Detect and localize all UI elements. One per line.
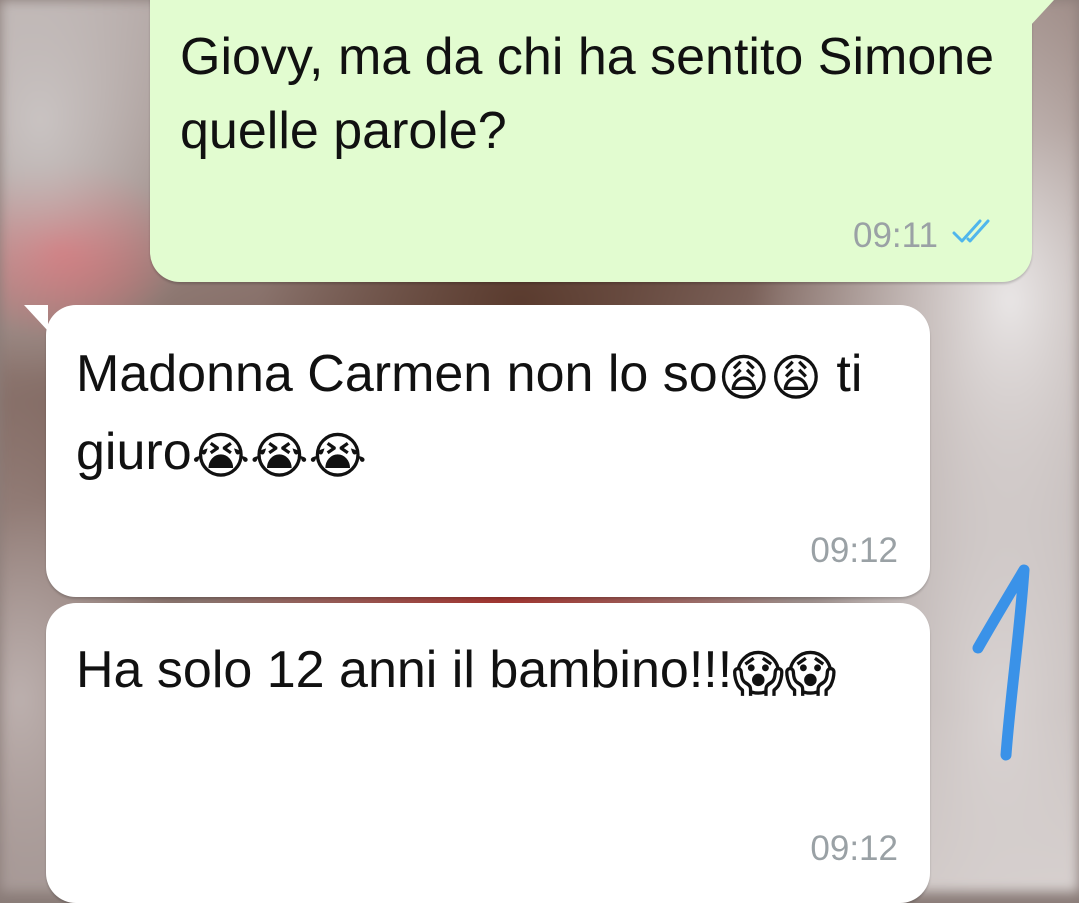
outgoing-message-bubble[interactable]: Giovy, ma da chi ha sentito Simone quell… — [150, 0, 1054, 282]
message-meta: 09:11 — [853, 216, 1000, 256]
message-meta: 09:12 — [810, 531, 898, 571]
double-check-read-icon — [952, 216, 1000, 256]
loudly-crying-face-emoji: 😭😭😭 — [191, 427, 367, 485]
message-time: 09:12 — [810, 829, 898, 868]
message-text: Giovy, ma da chi ha sentito Simone quell… — [180, 28, 995, 160]
message-text-part: Ha solo 12 anni il bambino!!! — [76, 641, 733, 699]
message-text: Ha solo 12 anni il bambino!!!😱😱 — [76, 633, 910, 711]
face-screaming-in-fear-emoji: 😱😱 — [732, 645, 837, 703]
message-time: 09:11 — [853, 216, 938, 255]
incoming-message-bubble[interactable]: Madonna Carmen non lo so😩😩 ti giuro😭😭😭 0… — [24, 305, 930, 597]
message-text-part: Madonna Carmen non lo so — [76, 345, 718, 403]
incoming-message-bubble[interactable]: Ha solo 12 anni il bambino!!!😱😱 09:12 — [46, 603, 930, 903]
handwritten-number-annotation — [960, 560, 1040, 770]
bubble-tail — [1030, 0, 1054, 26]
message-time: 09:12 — [810, 531, 898, 570]
bubble-tail — [24, 305, 48, 331]
message-meta: 09:12 — [810, 829, 898, 869]
weary-face-emoji: 😩😩 — [717, 349, 822, 407]
message-text: Madonna Carmen non lo so😩😩 ti giuro😭😭😭 — [76, 337, 910, 493]
